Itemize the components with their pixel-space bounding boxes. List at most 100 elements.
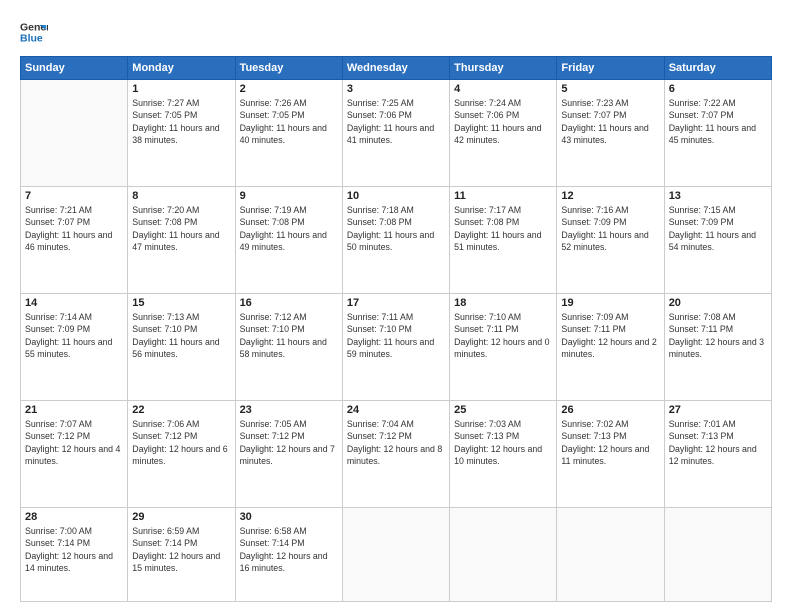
logo-icon: General Blue (20, 18, 48, 46)
cell-info: Sunrise: 7:03 AMSunset: 7:13 PMDaylight:… (454, 418, 552, 467)
calendar-cell: 15 Sunrise: 7:13 AMSunset: 7:10 PMDayligh… (128, 294, 235, 401)
header: General Blue (20, 18, 772, 46)
calendar-cell (21, 80, 128, 187)
cell-info: Sunrise: 7:24 AMSunset: 7:06 PMDaylight:… (454, 97, 552, 146)
calendar-cell: 8 Sunrise: 7:20 AMSunset: 7:08 PMDaylight… (128, 187, 235, 294)
calendar-cell: 13Sunrise: 7:15 AMSunset: 7:09 PMDayligh… (664, 187, 771, 294)
calendar-cell: 29 Sunrise: 6:59 AMSunset: 7:14 PMDayligh… (128, 508, 235, 602)
page: General Blue SundayMondayTuesdayWednesda… (0, 0, 792, 612)
cell-day-number: 24 (347, 404, 445, 416)
cell-day-number: 2 (240, 83, 338, 95)
cell-info: Sunrise: 7:11 AMSunset: 7:10 PMDaylight:… (347, 311, 445, 360)
calendar-cell: 12 Sunrise: 7:16 AMSunset: 7:09 PMDayligh… (557, 187, 664, 294)
cell-info: Sunrise: 7:00 AMSunset: 7:14 PMDaylight:… (25, 525, 123, 574)
weekday-header-friday: Friday (557, 57, 664, 80)
svg-text:Blue: Blue (20, 33, 43, 45)
cell-day-number: 18 (454, 297, 552, 309)
cell-day-number: 22 (132, 404, 230, 416)
cell-day-number: 23 (240, 404, 338, 416)
cell-info: Sunrise: 6:59 AMSunset: 7:14 PMDaylight:… (132, 525, 230, 574)
cell-info: Sunrise: 7:07 AMSunset: 7:12 PMDaylight:… (25, 418, 123, 467)
cell-day-number: 5 (561, 83, 659, 95)
cell-info: Sunrise: 7:16 AMSunset: 7:09 PMDaylight:… (561, 204, 659, 253)
cell-day-number: 29 (132, 511, 230, 523)
calendar-cell: 25 Sunrise: 7:03 AMSunset: 7:13 PMDayligh… (450, 401, 557, 508)
calendar-cell: 11Sunrise: 7:17 AMSunset: 7:08 PMDayligh… (450, 187, 557, 294)
logo: General Blue (20, 18, 48, 46)
cell-day-number: 27 (669, 404, 767, 416)
calendar-cell (664, 508, 771, 602)
cell-day-number: 21 (25, 404, 123, 416)
cell-day-number: 20 (669, 297, 767, 309)
cell-day-number: 15 (132, 297, 230, 309)
week-row-5: 28 Sunrise: 7:00 AMSunset: 7:14 PMDayligh… (21, 508, 772, 602)
calendar-cell: 21 Sunrise: 7:07 AMSunset: 7:12 PMDayligh… (21, 401, 128, 508)
cell-info: Sunrise: 7:19 AMSunset: 7:08 PMDaylight:… (240, 204, 338, 253)
cell-info: Sunrise: 7:25 AMSunset: 7:06 PMDaylight:… (347, 97, 445, 146)
calendar-cell: 20Sunrise: 7:08 AMSunset: 7:11 PMDayligh… (664, 294, 771, 401)
calendar-cell: 7Sunrise: 7:21 AMSunset: 7:07 PMDaylight… (21, 187, 128, 294)
cell-info: Sunrise: 7:10 AMSunset: 7:11 PMDaylight:… (454, 311, 552, 360)
calendar-cell: 9 Sunrise: 7:19 AMSunset: 7:08 PMDaylight… (235, 187, 342, 294)
calendar-cell: 5 Sunrise: 7:23 AMSunset: 7:07 PMDaylight… (557, 80, 664, 187)
week-row-2: 7Sunrise: 7:21 AMSunset: 7:07 PMDaylight… (21, 187, 772, 294)
calendar-cell (557, 508, 664, 602)
cell-info: Sunrise: 7:15 AMSunset: 7:09 PMDaylight:… (669, 204, 767, 253)
calendar-cell: 26Sunrise: 7:02 AMSunset: 7:13 PMDayligh… (557, 401, 664, 508)
weekday-header-thursday: Thursday (450, 57, 557, 80)
calendar-cell: 14 Sunrise: 7:14 AMSunset: 7:09 PMDayligh… (21, 294, 128, 401)
cell-info: Sunrise: 6:58 AMSunset: 7:14 PMDaylight:… (240, 525, 338, 574)
calendar-cell: 16 Sunrise: 7:12 AMSunset: 7:10 PMDayligh… (235, 294, 342, 401)
weekday-header-row: SundayMondayTuesdayWednesdayThursdayFrid… (21, 57, 772, 80)
calendar-cell: 17 Sunrise: 7:11 AMSunset: 7:10 PMDayligh… (342, 294, 449, 401)
calendar-cell: 4 Sunrise: 7:24 AMSunset: 7:06 PMDaylight… (450, 80, 557, 187)
cell-info: Sunrise: 7:20 AMSunset: 7:08 PMDaylight:… (132, 204, 230, 253)
cell-day-number: 28 (25, 511, 123, 523)
week-row-3: 14 Sunrise: 7:14 AMSunset: 7:09 PMDayligh… (21, 294, 772, 401)
calendar-cell: 23 Sunrise: 7:05 AMSunset: 7:12 PMDayligh… (235, 401, 342, 508)
cell-info: Sunrise: 7:09 AMSunset: 7:11 PMDaylight:… (561, 311, 659, 360)
calendar-cell: 22 Sunrise: 7:06 AMSunset: 7:12 PMDayligh… (128, 401, 235, 508)
cell-day-number: 26 (561, 404, 659, 416)
cell-day-number: 9 (240, 190, 338, 202)
cell-day-number: 10 (347, 190, 445, 202)
cell-info: Sunrise: 7:05 AMSunset: 7:12 PMDaylight:… (240, 418, 338, 467)
weekday-header-monday: Monday (128, 57, 235, 80)
calendar-table: SundayMondayTuesdayWednesdayThursdayFrid… (20, 56, 772, 602)
calendar-cell: 6 Sunrise: 7:22 AMSunset: 7:07 PMDaylight… (664, 80, 771, 187)
cell-info: Sunrise: 7:26 AMSunset: 7:05 PMDaylight:… (240, 97, 338, 146)
cell-info: Sunrise: 7:13 AMSunset: 7:10 PMDaylight:… (132, 311, 230, 360)
calendar-cell: 18 Sunrise: 7:10 AMSunset: 7:11 PMDayligh… (450, 294, 557, 401)
cell-day-number: 12 (561, 190, 659, 202)
cell-info: Sunrise: 7:01 AMSunset: 7:13 PMDaylight:… (669, 418, 767, 467)
calendar-cell: 24 Sunrise: 7:04 AMSunset: 7:12 PMDayligh… (342, 401, 449, 508)
cell-day-number: 4 (454, 83, 552, 95)
cell-day-number: 14 (25, 297, 123, 309)
cell-day-number: 25 (454, 404, 552, 416)
weekday-header-wednesday: Wednesday (342, 57, 449, 80)
cell-day-number: 16 (240, 297, 338, 309)
calendar-cell: 10 Sunrise: 7:18 AMSunset: 7:08 PMDayligh… (342, 187, 449, 294)
cell-info: Sunrise: 7:22 AMSunset: 7:07 PMDaylight:… (669, 97, 767, 146)
cell-info: Sunrise: 7:06 AMSunset: 7:12 PMDaylight:… (132, 418, 230, 467)
calendar-cell: 1 Sunrise: 7:27 AMSunset: 7:05 PMDaylight… (128, 80, 235, 187)
cell-info: Sunrise: 7:14 AMSunset: 7:09 PMDaylight:… (25, 311, 123, 360)
cell-info: Sunrise: 7:23 AMSunset: 7:07 PMDaylight:… (561, 97, 659, 146)
calendar-cell: 19 Sunrise: 7:09 AMSunset: 7:11 PMDayligh… (557, 294, 664, 401)
cell-info: Sunrise: 7:27 AMSunset: 7:05 PMDaylight:… (132, 97, 230, 146)
cell-info: Sunrise: 7:04 AMSunset: 7:12 PMDaylight:… (347, 418, 445, 467)
cell-info: Sunrise: 7:21 AMSunset: 7:07 PMDaylight:… (25, 204, 123, 253)
cell-day-number: 1 (132, 83, 230, 95)
cell-info: Sunrise: 7:12 AMSunset: 7:10 PMDaylight:… (240, 311, 338, 360)
cell-day-number: 8 (132, 190, 230, 202)
calendar-cell: 3 Sunrise: 7:25 AMSunset: 7:06 PMDaylight… (342, 80, 449, 187)
calendar-cell (450, 508, 557, 602)
calendar-cell: 30Sunrise: 6:58 AMSunset: 7:14 PMDayligh… (235, 508, 342, 602)
cell-info: Sunrise: 7:18 AMSunset: 7:08 PMDaylight:… (347, 204, 445, 253)
cell-day-number: 3 (347, 83, 445, 95)
cell-day-number: 19 (561, 297, 659, 309)
weekday-header-sunday: Sunday (21, 57, 128, 80)
cell-day-number: 17 (347, 297, 445, 309)
calendar-cell: 27 Sunrise: 7:01 AMSunset: 7:13 PMDayligh… (664, 401, 771, 508)
cell-day-number: 6 (669, 83, 767, 95)
